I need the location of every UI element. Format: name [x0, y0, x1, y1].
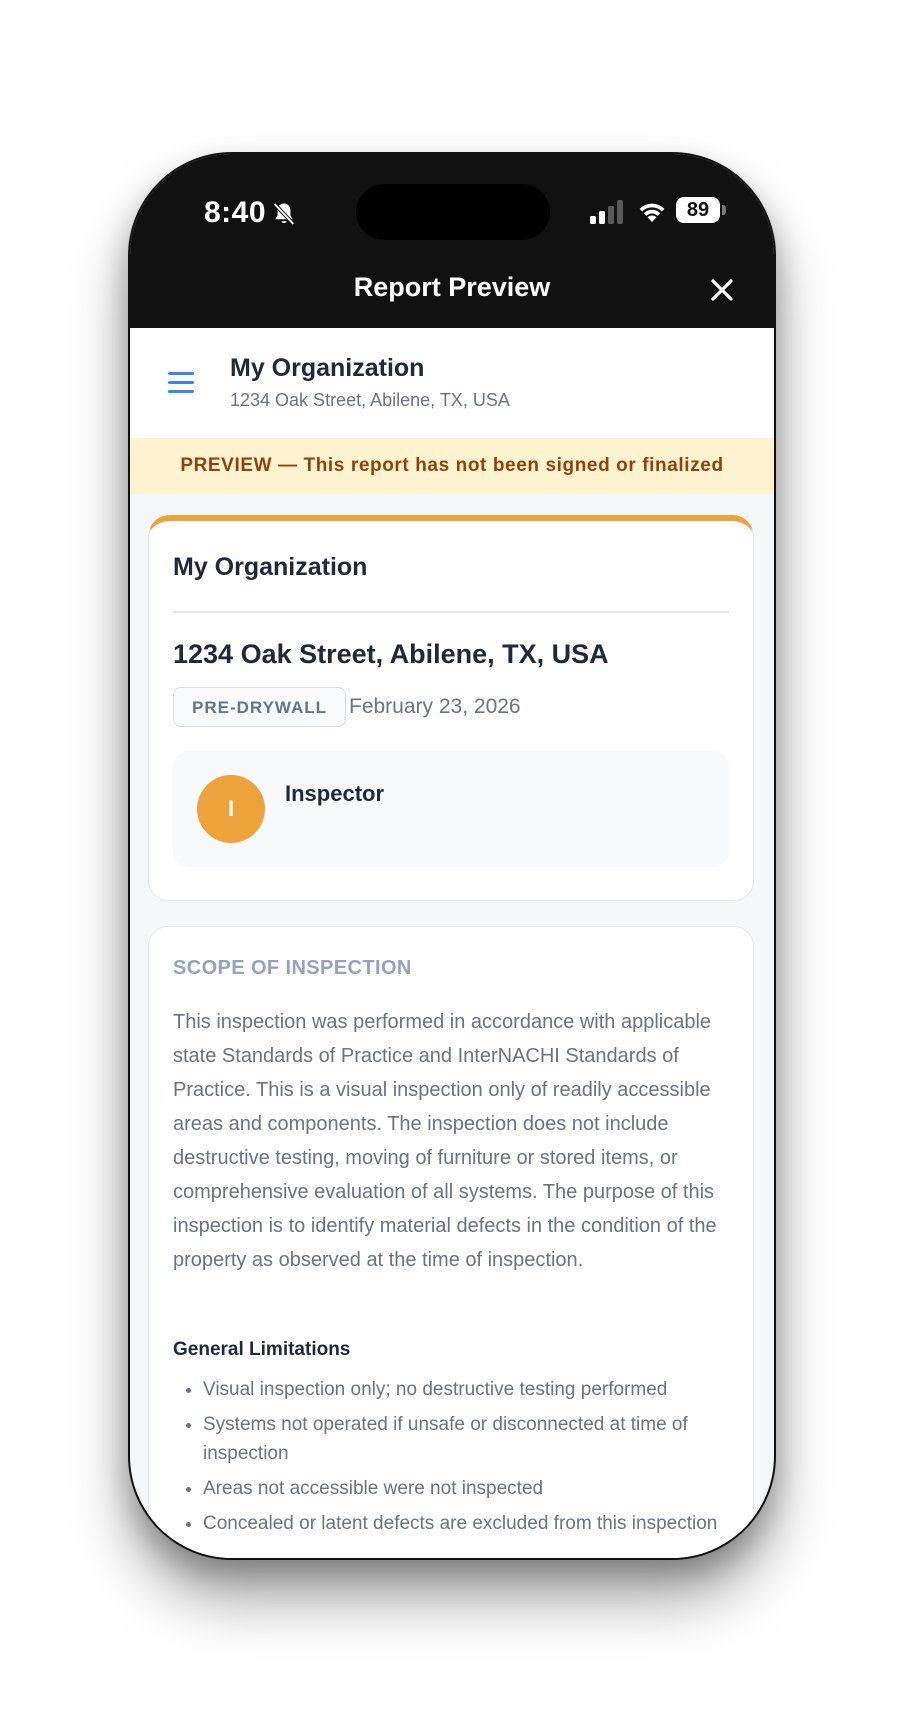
wifi-icon	[639, 203, 665, 222]
limitations-list: Visual inspection only; no destructive t…	[173, 1375, 729, 1544]
page-title: Report Preview	[353, 272, 551, 302]
scope-card: SCOPE OF INSPECTION This inspection was …	[148, 926, 754, 1558]
status-time: 8:40	[204, 196, 267, 229]
hamburger-menu-icon[interactable]	[168, 372, 194, 394]
scope-body: This inspection was performed in accorda…	[173, 1011, 717, 1271]
list-item: Systems not operated if unsafe or discon…	[203, 1410, 729, 1468]
avatar: I	[197, 775, 265, 843]
inspector-label: Inspector	[285, 781, 385, 806]
inspection-type-badge: PRE-DRYWALL	[173, 687, 347, 727]
signal-icon	[590, 200, 623, 224]
card-org-name: My Organization	[173, 553, 368, 581]
list-item: Areas not accessible were not inspected	[203, 1474, 729, 1503]
phone-frame: 8:40 89 Report Preview My Organization 1…	[128, 152, 776, 1560]
org-name: My Organization	[230, 354, 425, 382]
preview-banner: PREVIEW — This report has not been signe…	[130, 438, 774, 494]
list-item: Visual inspection only; no destructive t…	[203, 1375, 729, 1404]
inspection-date: February 23, 2026	[349, 695, 521, 718]
close-icon[interactable]	[706, 274, 738, 306]
property-address: 1234 Oak Street, Abilene, TX, USA	[173, 639, 609, 669]
limitations-title: General Limitations	[173, 1339, 351, 1360]
list-item: Concealed or latent defects are excluded…	[203, 1509, 729, 1538]
battery-icon: 89	[676, 197, 720, 223]
divider	[173, 611, 729, 613]
report-summary-card: My Organization 1234 Oak Street, Abilene…	[148, 515, 754, 901]
org-address: 1234 Oak Street, Abilene, TX, USA	[230, 390, 510, 410]
stage: 8:40 89 Report Preview My Organization 1…	[0, 0, 904, 1724]
battery-nub	[722, 205, 726, 215]
top-bar: 8:40 89 Report Preview	[130, 154, 774, 328]
org-header: My Organization 1234 Oak Street, Abilene…	[130, 328, 774, 438]
inspector-box: I Inspector	[173, 751, 729, 867]
phone-screen: 8:40 89 Report Preview My Organization 1…	[130, 154, 774, 1558]
scope-title: SCOPE OF INSPECTION	[173, 957, 412, 979]
dynamic-island	[356, 184, 550, 240]
bell-slash-icon	[273, 202, 295, 226]
